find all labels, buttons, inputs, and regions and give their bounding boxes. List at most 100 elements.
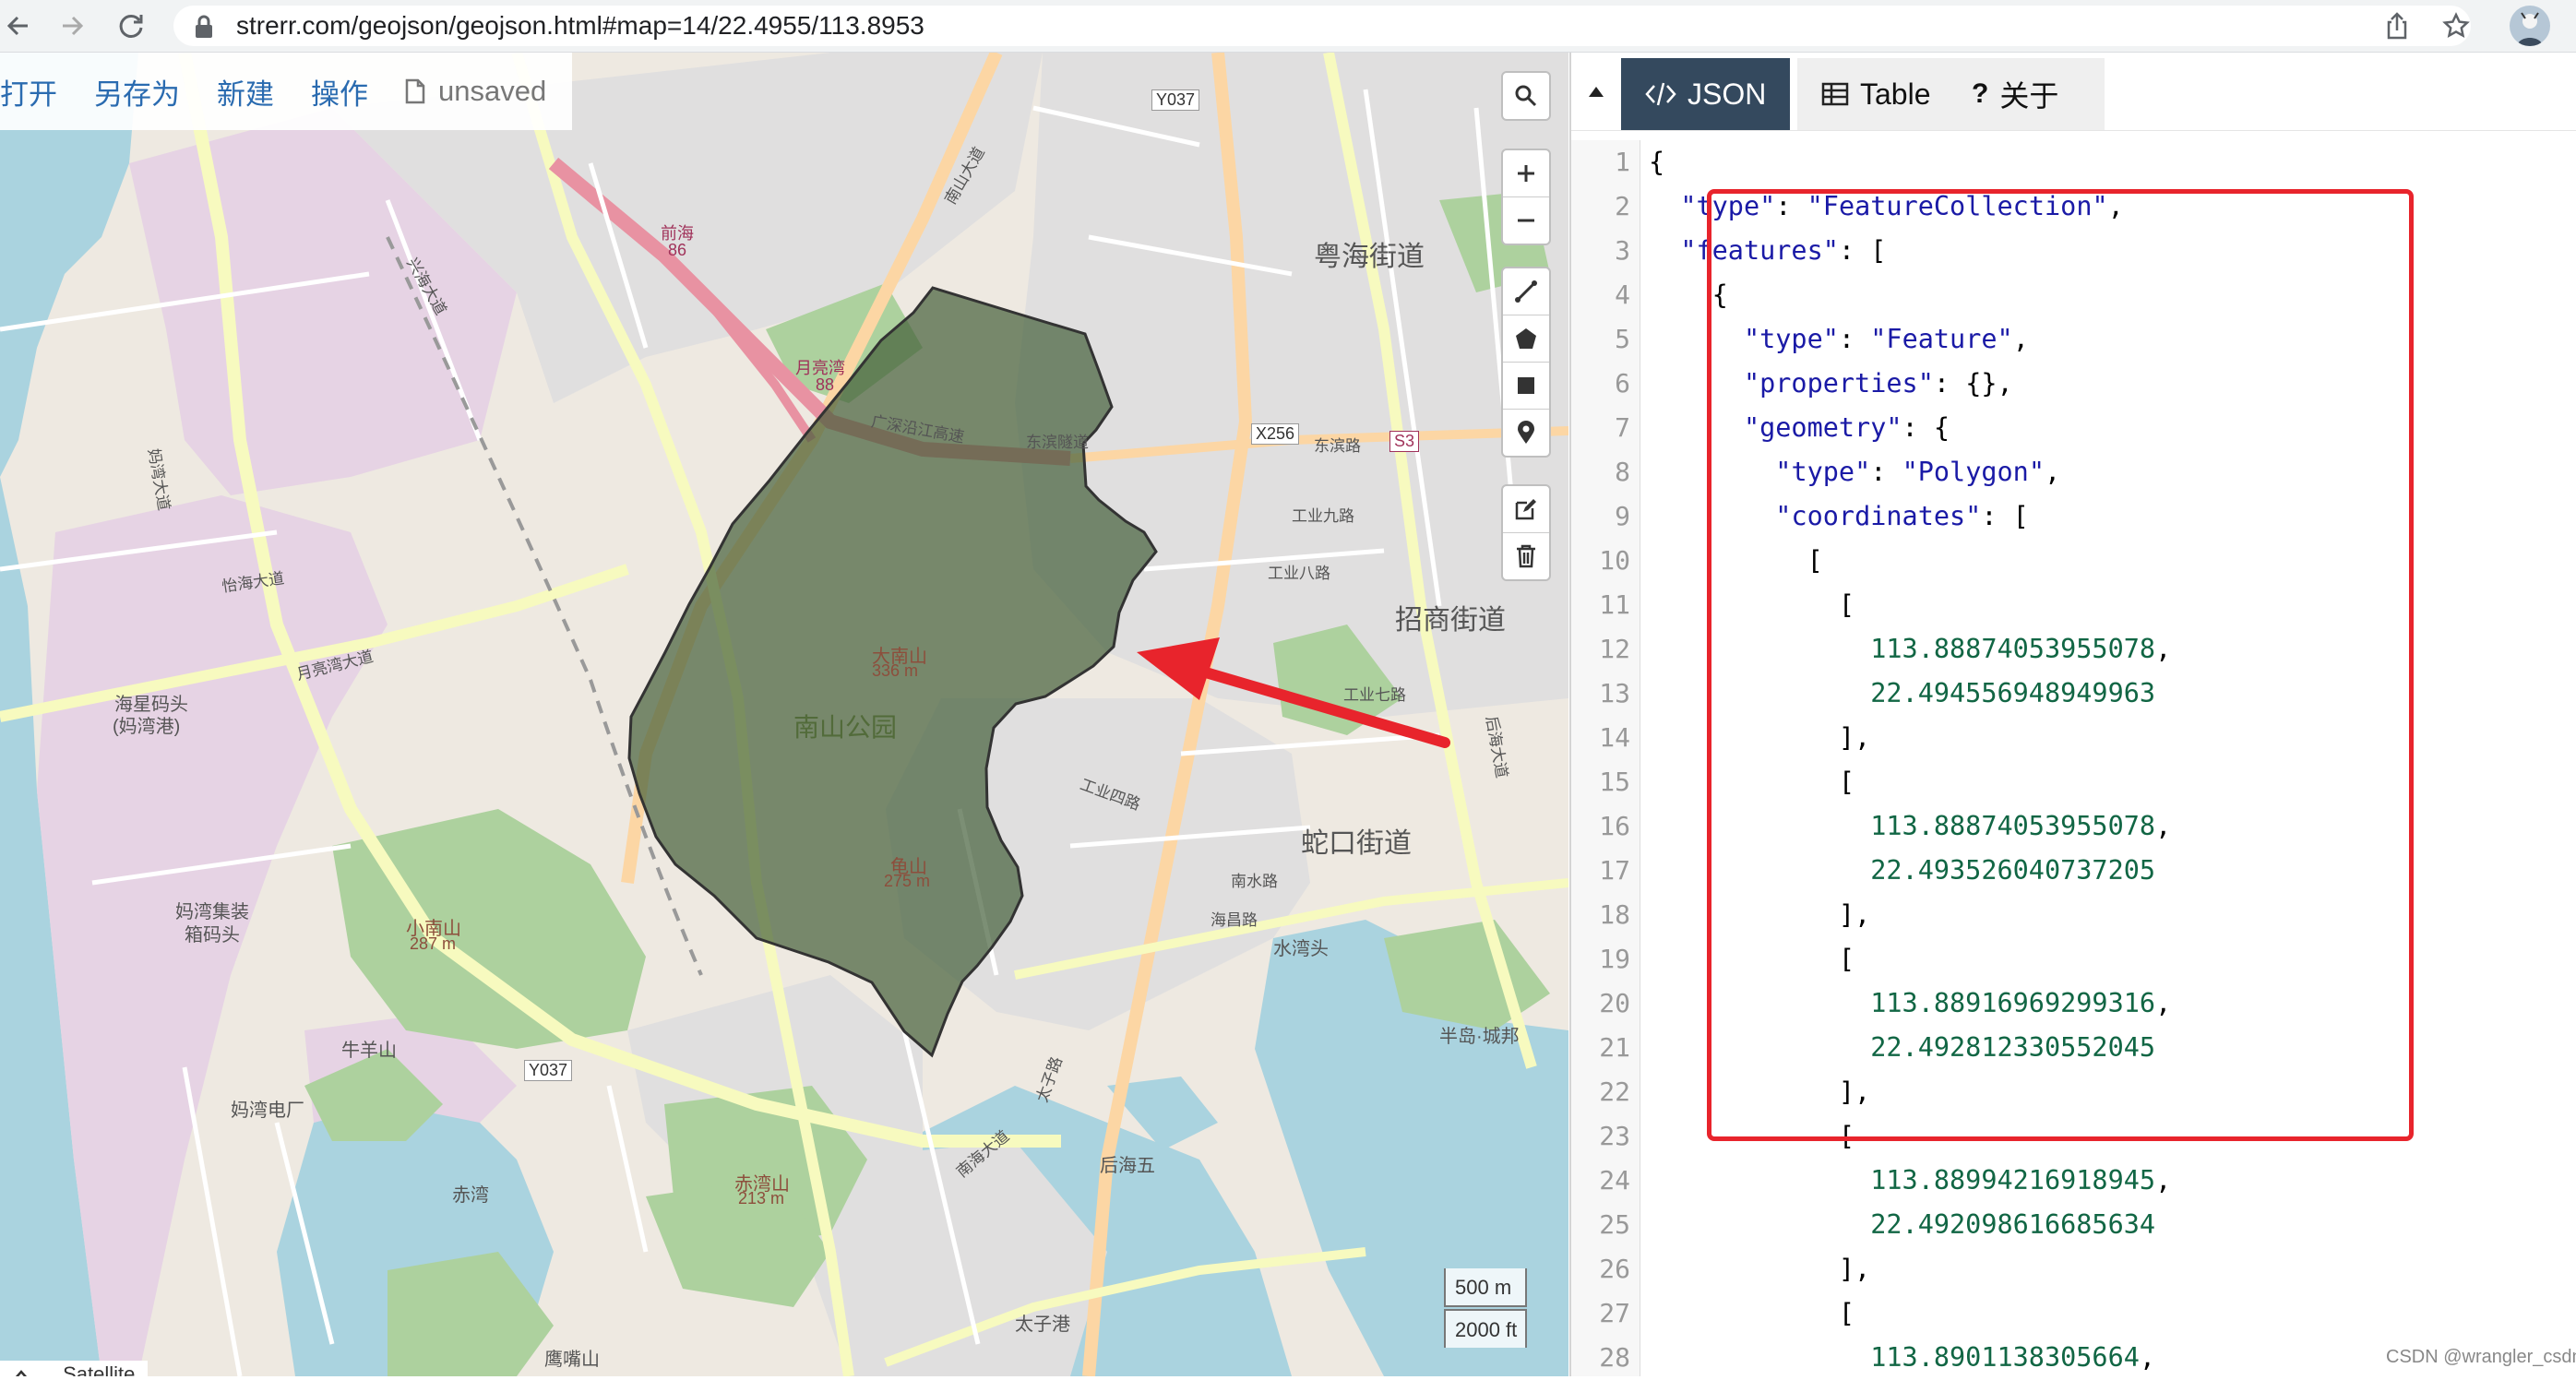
code-text[interactable]: 113.88916969299316, bbox=[1649, 981, 2171, 1026]
menu-new[interactable]: 新建 bbox=[217, 71, 274, 113]
code-text[interactable]: [ bbox=[1649, 583, 1854, 627]
forward-arrow-icon bbox=[63, 16, 84, 36]
code-line[interactable]: 3 "features": [ bbox=[1571, 229, 2576, 273]
code-line[interactable]: 24 113.88994216918945, bbox=[1571, 1159, 2576, 1203]
edit-toolbar bbox=[1501, 484, 1551, 581]
label-dongbin-road: 东滨路 bbox=[1314, 437, 1361, 455]
code-text[interactable]: [ bbox=[1649, 1291, 1854, 1336]
satellite-layer-button[interactable]: Satellite bbox=[63, 1362, 135, 1376]
file-icon bbox=[405, 78, 425, 104]
back-button[interactable] bbox=[0, 7, 37, 44]
code-line[interactable]: 17 22.493526040737205 bbox=[1571, 849, 2576, 893]
code-text[interactable]: { bbox=[1649, 273, 1728, 317]
code-text[interactable]: 22.494556948949963 bbox=[1649, 672, 2155, 716]
code-text[interactable]: ], bbox=[1649, 1070, 1870, 1114]
code-line[interactable]: 25 22.492098616685634 bbox=[1571, 1203, 2576, 1247]
tab-table[interactable]: Table bbox=[1797, 58, 1955, 130]
zoom-in-button[interactable] bbox=[1503, 150, 1549, 197]
code-line[interactable]: 4 { bbox=[1571, 273, 2576, 317]
menu-operations[interactable]: 操作 bbox=[311, 71, 368, 113]
reload-icon bbox=[119, 14, 143, 38]
code-text[interactable]: [ bbox=[1649, 1114, 1854, 1159]
code-text[interactable]: "type": "Polygon", bbox=[1649, 450, 2060, 494]
code-line[interactable]: 1{ bbox=[1571, 140, 2576, 184]
code-line[interactable]: 13 22.494556948949963 bbox=[1571, 672, 2576, 716]
line-number: 17 bbox=[1599, 855, 1630, 886]
code-line[interactable]: 7 "geometry": { bbox=[1571, 406, 2576, 450]
label-da-nanshan-elev: 336 m bbox=[872, 661, 919, 680]
code-text[interactable]: ], bbox=[1649, 716, 1870, 760]
chevron-up-icon[interactable] bbox=[13, 1368, 30, 1376]
code-text[interactable]: "coordinates": [ bbox=[1649, 494, 2029, 539]
trash-icon bbox=[1517, 544, 1535, 568]
polygon-icon bbox=[1516, 328, 1536, 349]
file-status: unsaved bbox=[405, 75, 546, 108]
code-line[interactable]: 2 "type": "FeatureCollection", bbox=[1571, 184, 2576, 229]
draw-line-button[interactable] bbox=[1503, 268, 1549, 315]
code-line[interactable]: 9 "coordinates": [ bbox=[1571, 494, 2576, 539]
code-text[interactable]: ], bbox=[1649, 1247, 1870, 1291]
road-shield-y037b: Y037 bbox=[524, 1060, 573, 1081]
draw-rectangle-button[interactable] bbox=[1503, 363, 1549, 410]
menu-save-as[interactable]: 另存为 bbox=[94, 71, 180, 113]
label-niuyangshan: 牛羊山 bbox=[341, 1041, 397, 1061]
code-text[interactable]: 22.492812330552045 bbox=[1649, 1026, 2155, 1070]
code-line[interactable]: 5 "type": "Feature", bbox=[1571, 317, 2576, 362]
reload-button[interactable] bbox=[113, 7, 149, 44]
label-yueliangwan-num: 88 bbox=[816, 375, 835, 394]
code-text[interactable]: 113.8901138305664, bbox=[1649, 1336, 2155, 1380]
code-text[interactable]: "features": [ bbox=[1649, 229, 1886, 273]
code-line[interactable]: 19 [ bbox=[1571, 937, 2576, 981]
code-text[interactable]: [ bbox=[1649, 539, 1823, 583]
code-text[interactable]: "properties": {}, bbox=[1649, 362, 2013, 406]
edit-layers-button[interactable] bbox=[1503, 486, 1549, 533]
json-code-editor[interactable]: 1{2 "type": "FeatureCollection", 3 "featu… bbox=[1571, 140, 2576, 1376]
code-line[interactable]: 20 113.88916969299316, bbox=[1571, 981, 2576, 1026]
map-search-button[interactable] bbox=[1503, 73, 1549, 119]
avatar[interactable] bbox=[2510, 6, 2550, 46]
code-text[interactable]: 22.493526040737205 bbox=[1649, 849, 2155, 893]
code-text[interactable]: 113.88874053955078, bbox=[1649, 627, 2171, 672]
code-line[interactable]: 26 ], bbox=[1571, 1247, 2576, 1291]
tab-about[interactable]: ? 关于 bbox=[1948, 58, 2105, 130]
label-chiwan: 赤湾 bbox=[452, 1185, 489, 1206]
bookmark-button[interactable] bbox=[2438, 7, 2475, 44]
zoom-out-button[interactable] bbox=[1503, 197, 1549, 244]
delete-layers-button[interactable] bbox=[1503, 533, 1549, 579]
code-line[interactable]: 14 ], bbox=[1571, 716, 2576, 760]
code-text[interactable]: [ bbox=[1649, 937, 1854, 981]
code-text[interactable]: 113.88994216918945, bbox=[1649, 1159, 2171, 1203]
code-line[interactable]: 11 [ bbox=[1571, 583, 2576, 627]
code-text[interactable]: "geometry": { bbox=[1649, 406, 1950, 450]
code-line[interactable]: 21 22.492812330552045 bbox=[1571, 1026, 2576, 1070]
code-line[interactable]: 22 ], bbox=[1571, 1070, 2576, 1114]
code-line[interactable]: 18 ], bbox=[1571, 893, 2576, 937]
tab-json[interactable]: JSON bbox=[1621, 58, 1791, 130]
map-pane[interactable]: 南山公园 大南山 336 m 龟山 275 m 小南山 287 m 赤湾山 21… bbox=[0, 53, 1568, 1376]
line-number: 21 bbox=[1599, 1032, 1630, 1063]
draw-marker-button[interactable] bbox=[1503, 410, 1549, 456]
code-line[interactable]: 10 [ bbox=[1571, 539, 2576, 583]
code-line[interactable]: 8 "type": "Polygon", bbox=[1571, 450, 2576, 494]
address-bar[interactable]: strerr.com/geojson/geojson.html#map=14/2… bbox=[173, 6, 2471, 46]
code-line[interactable]: 15 [ bbox=[1571, 760, 2576, 804]
code-line[interactable]: 6 "properties": {}, bbox=[1571, 362, 2576, 406]
code-text[interactable]: ], bbox=[1649, 893, 1870, 937]
code-line[interactable]: 12 113.88874053955078, bbox=[1571, 627, 2576, 672]
plus-icon bbox=[1518, 165, 1534, 182]
share-button[interactable] bbox=[2379, 7, 2415, 44]
code-text[interactable]: [ bbox=[1649, 760, 1854, 804]
code-line[interactable]: 23 [ bbox=[1571, 1114, 2576, 1159]
code-text[interactable]: 22.492098616685634 bbox=[1649, 1203, 2155, 1247]
code-text[interactable]: 113.88874053955078, bbox=[1649, 804, 2171, 849]
menu-open[interactable]: 打开 bbox=[0, 71, 57, 113]
code-text[interactable]: "type": "FeatureCollection", bbox=[1649, 184, 2123, 229]
marker-icon bbox=[1518, 421, 1534, 444]
forward-button[interactable] bbox=[54, 7, 90, 44]
code-line[interactable]: 27 [ bbox=[1571, 1291, 2576, 1336]
code-line[interactable]: 16 113.88874053955078, bbox=[1571, 804, 2576, 849]
draw-polygon-button[interactable] bbox=[1503, 315, 1549, 363]
code-text[interactable]: { bbox=[1649, 140, 1664, 184]
collapse-toggle[interactable] bbox=[1571, 53, 1621, 130]
code-text[interactable]: "type": "Feature", bbox=[1649, 317, 2029, 362]
